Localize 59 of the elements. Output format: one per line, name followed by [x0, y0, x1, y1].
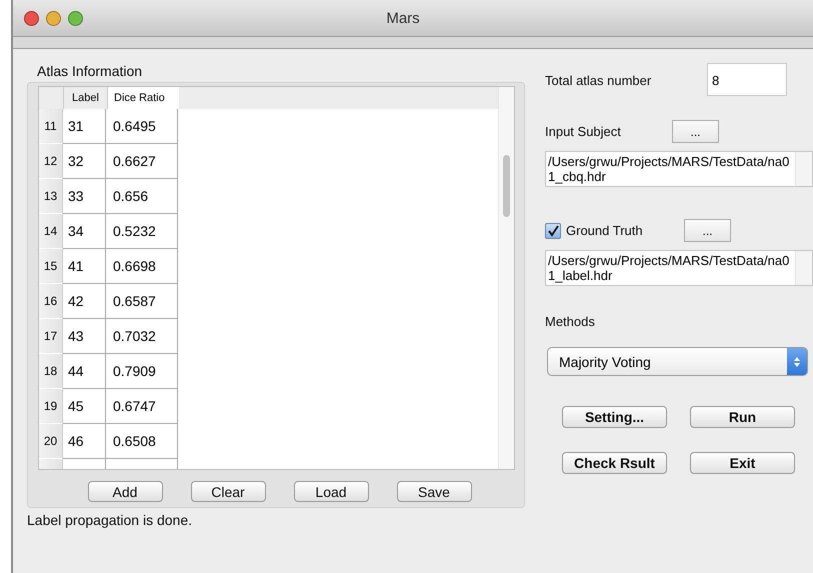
- table-cell: 31: [63, 109, 106, 144]
- checkbox[interactable]: [545, 222, 561, 238]
- table-cell: 0.7909: [106, 354, 178, 389]
- table-cell: 0.6747: [106, 389, 178, 424]
- table-cell: 33: [63, 179, 106, 214]
- field-label: Total atlas number: [545, 72, 652, 88]
- checkbox-label: Ground Truth: [566, 223, 644, 238]
- push-button[interactable]: Save: [396, 481, 472, 502]
- row-header[interactable]: 16: [39, 284, 63, 319]
- input-field[interactable]: 8: [707, 63, 787, 96]
- close-icon[interactable]: [24, 11, 39, 26]
- push-button[interactable]: Check Rsult: [562, 452, 667, 474]
- field-label: Input Subject: [545, 124, 622, 139]
- push-button[interactable]: Run: [690, 406, 795, 428]
- table-cell: 0.6627: [106, 144, 178, 179]
- browse-button[interactable]: ...: [672, 120, 719, 143]
- row-header[interactable]: 19: [39, 389, 63, 424]
- row-header[interactable]: 11: [39, 109, 63, 144]
- table-cell: 0.6587: [106, 284, 178, 319]
- method-dropdown[interactable]: Majority Voting: [547, 347, 808, 376]
- row-header[interactable]: 18: [39, 354, 63, 389]
- row-header[interactable]: 13: [39, 179, 63, 214]
- table-cell: 0.6495: [106, 109, 178, 144]
- table-cell: 44: [63, 354, 106, 389]
- table-cell: 41: [63, 249, 106, 284]
- push-button[interactable]: Load: [294, 481, 368, 502]
- push-button[interactable]: Add: [88, 481, 162, 502]
- path-field[interactable]: /Users/grwu/Projects/MARS/TestData/na01_label.hdr: [545, 250, 813, 286]
- table-cell: 32: [63, 144, 106, 179]
- table-cell: 43: [63, 319, 106, 354]
- table-cell: 0.656: [106, 179, 178, 214]
- column-header[interactable]: Dice Ratio: [107, 87, 179, 109]
- table-cell: 0.7032: [106, 319, 178, 354]
- dropdown-arrows-icon: [787, 348, 807, 375]
- row-header[interactable]: 20: [39, 424, 63, 459]
- browse-button[interactable]: ...: [684, 219, 731, 242]
- row-header[interactable]: 17: [39, 319, 63, 354]
- table-cell: 0.5232: [106, 214, 178, 249]
- minimize-icon[interactable]: [46, 11, 61, 26]
- table-cell: 45: [63, 389, 106, 424]
- table-cell: 42: [63, 284, 106, 319]
- status-text: Label propagation is done.: [27, 512, 194, 528]
- scroll-bar[interactable]: [498, 87, 514, 469]
- zoom-icon[interactable]: [68, 11, 83, 26]
- table-cell: 34: [63, 214, 106, 249]
- row-header[interactable]: 14: [39, 214, 63, 249]
- field-label: Methods: [545, 314, 596, 329]
- path-field[interactable]: /Users/grwu/Projects/MARS/TestData/na01_cbq.hdr: [545, 151, 813, 187]
- push-button[interactable]: Setting...: [562, 406, 667, 428]
- table-cell: 0.6508: [106, 424, 178, 459]
- group-title: Atlas Information: [37, 63, 144, 80]
- table-cell: 46: [63, 424, 106, 459]
- scroll-thumb[interactable]: [503, 155, 510, 217]
- table-cell: 0.6698: [106, 249, 178, 284]
- push-button[interactable]: Clear: [190, 481, 266, 502]
- push-button[interactable]: Exit: [690, 452, 795, 474]
- row-header[interactable]: 15: [39, 249, 63, 284]
- window-title: Mars: [386, 10, 420, 26]
- row-header[interactable]: 12: [39, 144, 63, 179]
